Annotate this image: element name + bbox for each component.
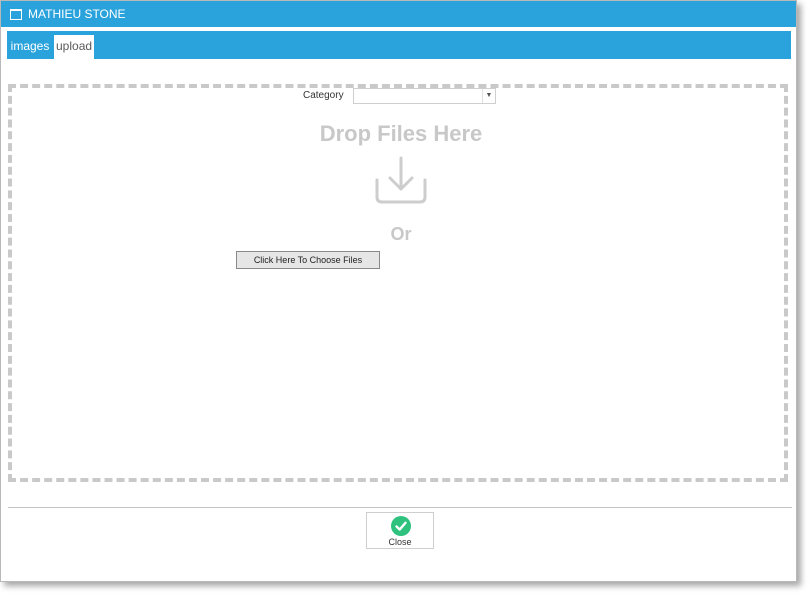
drop-files-heading: Drop Files Here [319, 121, 483, 146]
title-bar: MATHIEU STONE [1, 1, 796, 27]
window-title: MATHIEU STONE [28, 7, 126, 21]
close-label: Close [388, 537, 412, 547]
chevron-down-icon[interactable]: ▼ [482, 89, 495, 103]
dialog-window: MATHIEU STONE images upload Category ▼ D… [0, 0, 797, 582]
checkmark-icon [391, 516, 411, 536]
tab-images[interactable]: images [7, 35, 53, 59]
download-icon [375, 156, 427, 204]
choose-files-button[interactable]: Click Here To Choose Files [236, 251, 380, 269]
window-icon [10, 8, 22, 20]
or-separator: Or [390, 224, 412, 244]
category-select[interactable]: ▼ [353, 88, 496, 104]
footer-divider [8, 507, 792, 508]
category-label: Category [303, 90, 344, 101]
tab-bar: images upload [7, 31, 791, 59]
close-button[interactable]: Close [366, 512, 434, 549]
tab-upload[interactable]: upload [54, 35, 94, 59]
